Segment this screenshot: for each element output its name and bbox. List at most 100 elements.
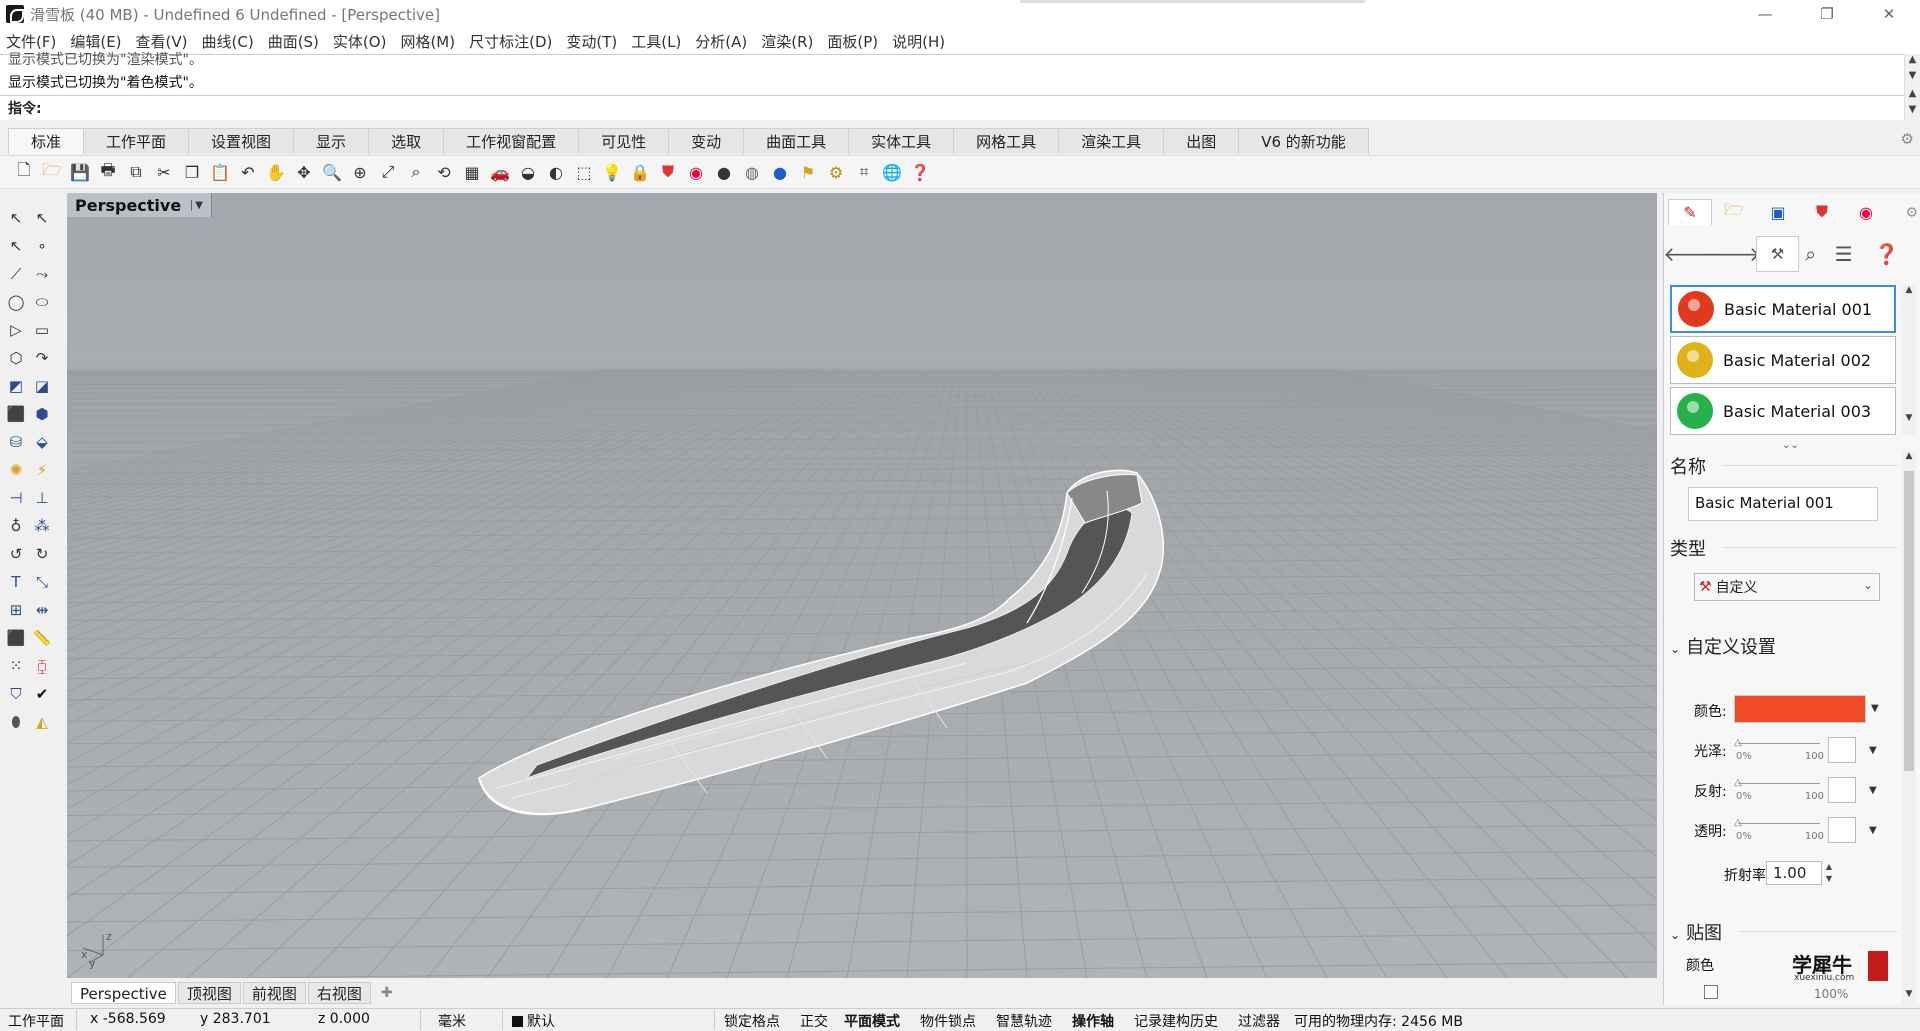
flag-icon[interactable]: ⚑ [796, 160, 820, 184]
cut-icon[interactable]: ✂ [152, 160, 176, 184]
single-point-icon[interactable]: ∘ [30, 234, 54, 258]
dimension-icon[interactable]: ⤡ [30, 570, 54, 594]
status-osnap[interactable]: 物件锁点 [920, 1011, 976, 1031]
rectangle-icon[interactable]: ▭ [30, 318, 54, 342]
expand-chevron-icon[interactable]: ⌄⌄ [1782, 440, 1799, 451]
transparency-color-box[interactable] [1828, 817, 1856, 843]
surface-edit-icon[interactable]: ◪ [30, 374, 54, 398]
material-name-input[interactable]: Basic Material 001 [1688, 487, 1878, 521]
status-filter[interactable]: 过滤器 [1238, 1011, 1280, 1031]
light-icon[interactable]: ◭ [30, 710, 54, 734]
gloss-color-box[interactable] [1828, 737, 1856, 763]
rotate-view-icon[interactable]: ✥ [292, 160, 316, 184]
maximize-button[interactable]: ❐ [1796, 0, 1858, 28]
point-icon[interactable]: ↖ [4, 234, 28, 258]
gear-icon[interactable]: ⚙ [1905, 205, 1918, 221]
status-smarttrack[interactable]: 智慧轨迹 [996, 1011, 1052, 1031]
gear-options-icon[interactable]: ⚙ [824, 160, 848, 184]
status-ortho[interactable]: 正交 [800, 1011, 828, 1031]
status-gumball[interactable]: 操作轴 [1072, 1011, 1114, 1031]
hide-icon[interactable]: ◒ [516, 160, 540, 184]
gumball-icon[interactable]: ⧮ [30, 654, 54, 678]
scroll-down-icon[interactable]: ▼ [1902, 413, 1916, 423]
select-points-icon[interactable]: ↖ [30, 206, 54, 230]
select-arrow-icon[interactable]: ↖ [4, 206, 28, 230]
scroll-down-icon[interactable]: ▼ [1905, 70, 1920, 86]
viewport-canvas[interactable]: z x y [67, 193, 1657, 978]
properties-tab-icon[interactable]: ✎ [1668, 199, 1712, 225]
layer-box-icon[interactable]: ⬛ [4, 626, 28, 650]
menu-surface[interactable]: 曲面(S) [268, 31, 319, 52]
perspective-viewport[interactable]: z x y Perspective ▼ [67, 193, 1657, 978]
help-icon[interactable]: ❓ [908, 160, 932, 184]
minimize-button[interactable]: — [1734, 0, 1796, 28]
sphere-icon[interactable]: ● [712, 160, 736, 184]
menu-transform[interactable]: 变动(T) [566, 31, 617, 52]
trim-icon[interactable]: ⊥ [30, 486, 54, 510]
menu-curve[interactable]: 曲线(C) [202, 31, 254, 52]
transparency-slider[interactable]: △ 0% 100 [1734, 817, 1820, 843]
tab-select[interactable]: 选取 [368, 128, 444, 154]
tab-surface-tools[interactable]: 曲面工具 [743, 128, 849, 154]
car-icon[interactable]: 🚗 [488, 160, 512, 184]
display-tab-icon[interactable]: ▣ [1756, 199, 1800, 225]
grid-icon[interactable]: ▦ [460, 160, 484, 184]
environment-icon[interactable]: ● [768, 160, 792, 184]
extrude-icon[interactable]: ⬙ [30, 430, 54, 454]
forward-arrow-icon[interactable]: 🡒 [1712, 236, 1756, 272]
zoom-window-icon[interactable]: ⊕ [348, 160, 372, 184]
back-arrow-icon[interactable]: 🡐 [1668, 236, 1712, 272]
scroll-up-icon[interactable]: ▲ [1902, 285, 1916, 295]
texture-header[interactable]: ⌄贴图 [1670, 919, 1722, 945]
menu-icon[interactable]: ☰ [1822, 236, 1865, 272]
menu-mesh[interactable]: 网格(M) [400, 31, 455, 52]
layers-tab-icon[interactable]: 🗁 [1712, 199, 1756, 225]
tab-top-view[interactable]: 顶视图 [178, 982, 241, 1004]
box-icon[interactable]: ⬛ [4, 402, 28, 426]
pan-icon[interactable]: ✋ [264, 160, 288, 184]
status-layer[interactable]: 默认 [512, 1011, 555, 1031]
material-item[interactable]: Basic Material 001 [1670, 285, 1896, 333]
status-cplane[interactable]: 工作平面 [8, 1011, 64, 1031]
render-icon[interactable]: ⚡ [30, 458, 54, 482]
chevron-down-icon[interactable]: ▼ [191, 200, 203, 211]
gear-icon[interactable]: ⚙ [1901, 130, 1914, 148]
import-icon[interactable]: ⧉ [124, 160, 148, 184]
menu-help[interactable]: 说明(H) [892, 31, 945, 52]
material-type-icon[interactable]: ⚒ [1756, 236, 1799, 272]
polyline-icon[interactable]: ⟋ [4, 262, 28, 286]
tab-viewport-layout[interactable]: 工作视窗配置 [443, 128, 579, 154]
surface-icon[interactable]: ◩ [4, 374, 28, 398]
text-icon[interactable]: T [4, 570, 28, 594]
menu-tools[interactable]: 工具(L) [631, 31, 681, 52]
save-icon[interactable]: 💾 [68, 160, 92, 184]
status-units[interactable]: 毫米 [438, 1011, 466, 1031]
menu-panels[interactable]: 面板(P) [827, 31, 878, 52]
copy-icon[interactable]: ❐ [180, 160, 204, 184]
new-file-icon[interactable]: 🗋 [12, 160, 36, 184]
scroll-down-icon[interactable]: ▼ [1902, 989, 1916, 999]
environment-tab-icon[interactable]: ◉ [1844, 199, 1888, 225]
zoom-selected-icon[interactable]: ⌕ [404, 160, 428, 184]
chevron-down-icon[interactable]: ▼ [1869, 745, 1877, 756]
tab-solid-tools[interactable]: 实体工具 [848, 128, 954, 154]
add-viewport-icon[interactable]: ✚ [381, 985, 393, 1001]
tab-visibility[interactable]: 可见性 [578, 128, 669, 154]
material-item[interactable]: Basic Material 003 [1670, 387, 1896, 435]
circle-polygon-icon[interactable]: ⬡ [4, 346, 28, 370]
command-prompt[interactable]: 指令: [0, 95, 1905, 119]
scroll-up-icon[interactable]: ▲ [1902, 451, 1916, 461]
tab-front-view[interactable]: 前视图 [243, 982, 306, 1004]
tab-drafting[interactable]: 出图 [1163, 128, 1239, 154]
command-scrollbar[interactable]: ▲ ▼ ▲ ▼ [1904, 54, 1920, 120]
select-icon[interactable]: ⬚ [572, 160, 596, 184]
texture-checkbox[interactable] [1704, 985, 1718, 999]
paste-icon[interactable]: 📋 [208, 160, 232, 184]
menu-solid[interactable]: 实体(O) [333, 31, 387, 52]
scrollbar-thumb[interactable] [1904, 471, 1914, 771]
ior-input[interactable]: 1.00 [1766, 861, 1822, 885]
menu-dimension[interactable]: 尺寸标注(D) [469, 31, 552, 52]
reflection-color-box[interactable] [1828, 777, 1856, 803]
chevron-down-icon[interactable]: ▼ [1869, 825, 1877, 836]
properties-icon[interactable]: ⬮ [4, 710, 28, 734]
